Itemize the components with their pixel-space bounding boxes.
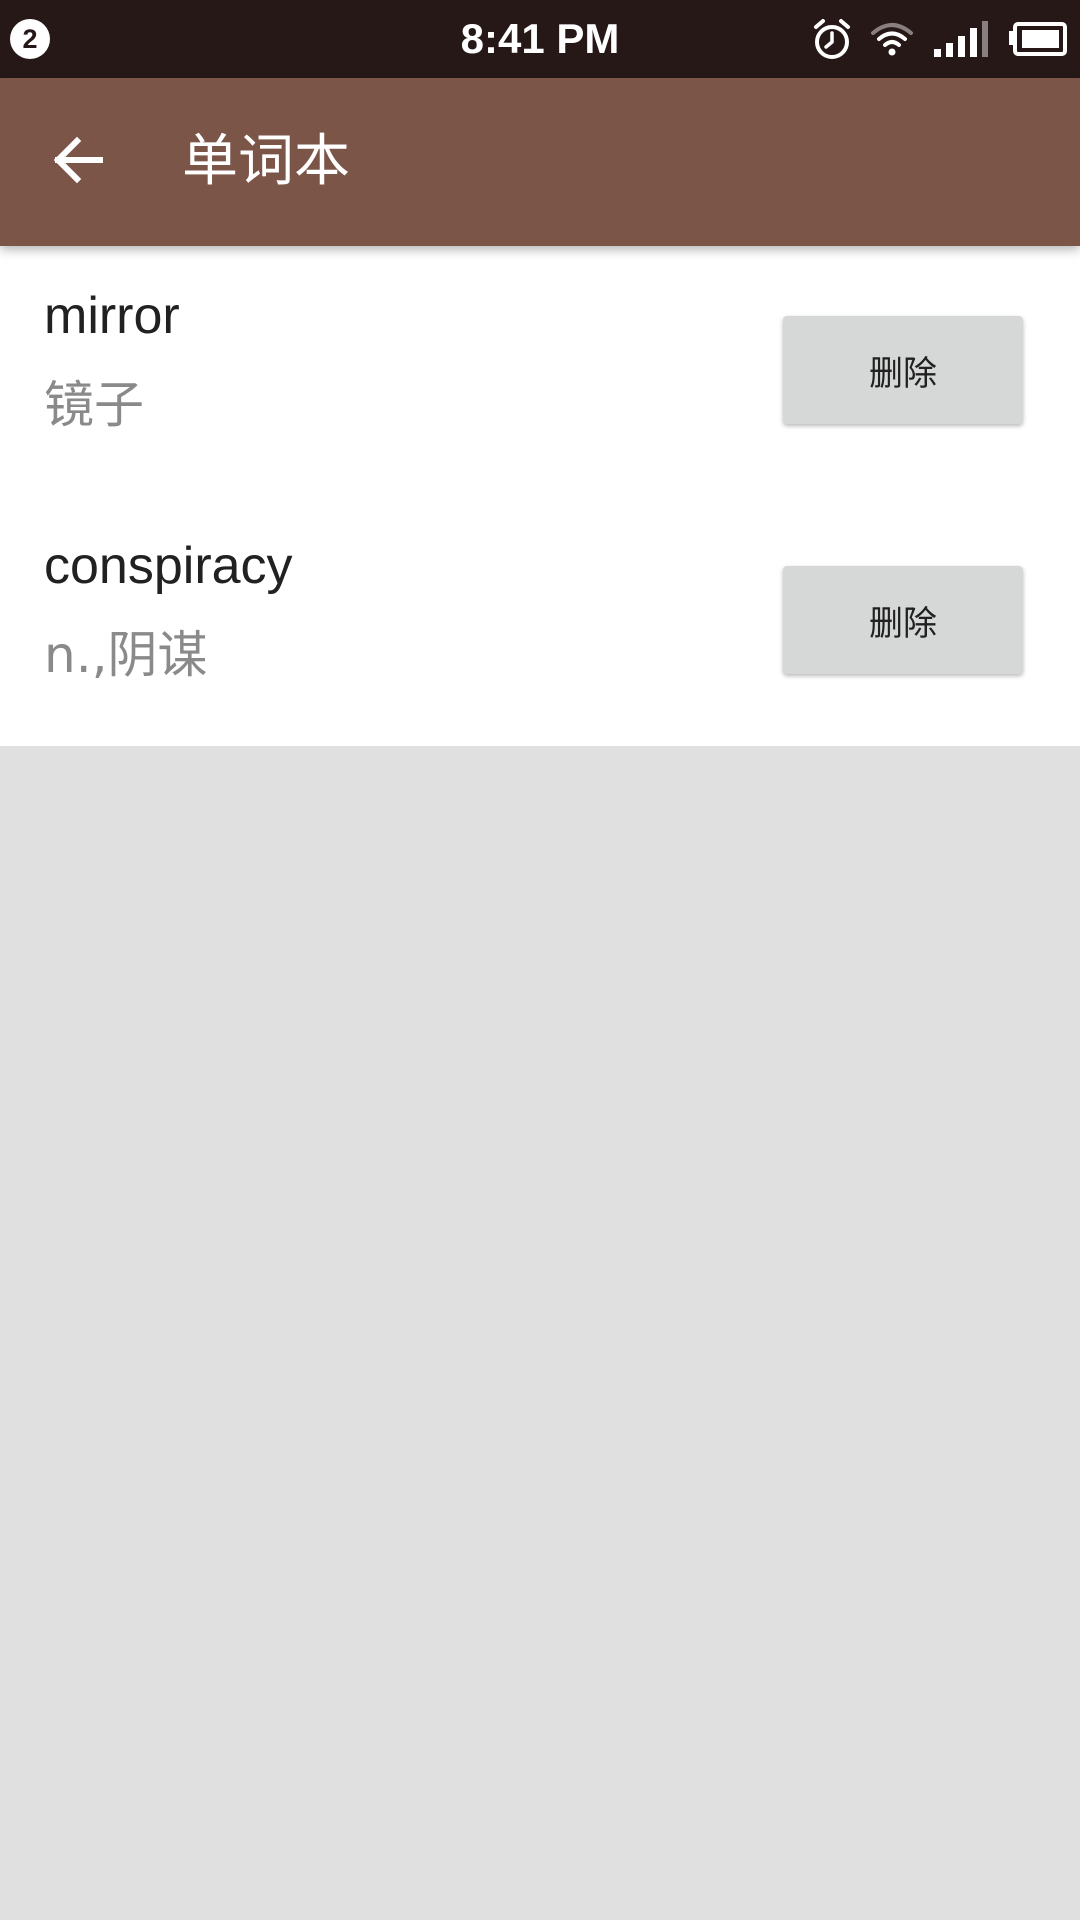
delete-button[interactable]: 删除 (783, 316, 1023, 424)
word-text: mirror (44, 287, 180, 345)
back-button[interactable] (36, 120, 120, 204)
app-bar: 单词本 (0, 78, 1080, 246)
wifi-icon (870, 21, 914, 57)
word-meaning: 镜子 (44, 376, 144, 434)
word-list: mirror 镜子 删除 conspiracy n.,阴谋 删除 (0, 246, 1080, 746)
page-title: 单词本 (182, 129, 350, 194)
list-item: conspiracy n.,阴谋 删除 (0, 496, 1080, 746)
list-item: mirror 镜子 删除 (0, 246, 1080, 496)
delete-button[interactable]: 删除 (783, 566, 1023, 674)
arrow-left-icon (52, 136, 104, 188)
status-icons (812, 16, 1068, 62)
signal-icon (932, 19, 990, 59)
alarm-icon (812, 17, 852, 61)
word-text: conspiracy (44, 537, 293, 595)
battery-icon (1008, 21, 1068, 57)
word-meaning: n.,阴谋 (44, 626, 208, 684)
status-bar: 2 8:41 PM (0, 0, 1080, 78)
